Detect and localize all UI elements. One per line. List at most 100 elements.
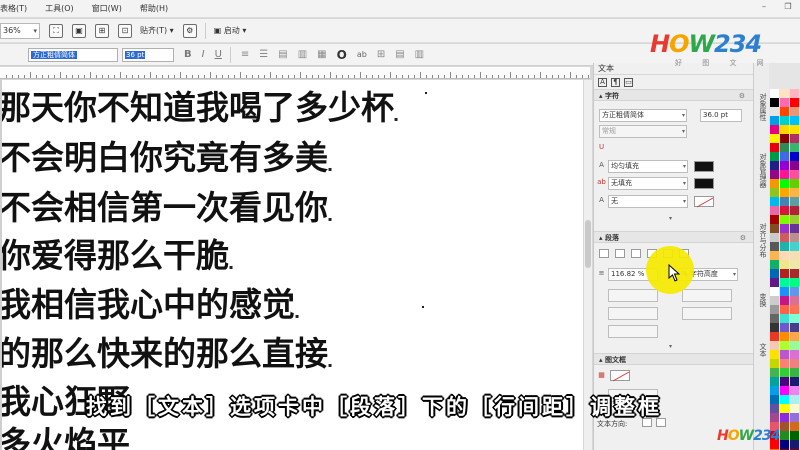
columns-icon[interactable]: ▥	[298, 49, 307, 60]
underline-style-icon[interactable]: U	[597, 143, 606, 152]
color-swatch-icon[interactable]	[790, 215, 799, 224]
color-swatch-icon[interactable]	[780, 242, 789, 251]
color-swatch-icon[interactable]	[790, 233, 799, 242]
docker-font-select[interactable]: 方正粗倩简体 ▾	[599, 109, 687, 122]
color-swatch-icon[interactable]	[770, 197, 779, 206]
outline-icon[interactable]: A	[597, 196, 606, 205]
color-swatch-icon[interactable]	[780, 269, 789, 278]
color-swatch-icon[interactable]	[790, 413, 799, 422]
indent-field[interactable]	[682, 307, 732, 320]
color-swatch-icon[interactable]	[770, 107, 779, 116]
color-swatch-icon[interactable]	[770, 350, 779, 359]
italic-button[interactable]: I	[202, 49, 205, 60]
gear-icon[interactable]: ⚙	[739, 90, 745, 102]
color-swatch-icon[interactable]	[770, 278, 779, 287]
color-swatch-icon[interactable]	[770, 377, 779, 386]
color-swatch-icon[interactable]	[770, 152, 779, 161]
color-swatch-icon[interactable]	[780, 179, 789, 188]
color-swatch-icon[interactable]	[790, 188, 799, 197]
bullet-list-icon[interactable]: ☰	[259, 49, 268, 60]
color-swatch-icon[interactable]	[770, 188, 779, 197]
color-swatch-icon[interactable]	[770, 341, 779, 350]
color-swatch-icon[interactable]	[770, 395, 779, 404]
color-swatch-icon[interactable]	[790, 170, 799, 179]
color-swatch-icon[interactable]	[780, 395, 789, 404]
color-swatch-icon[interactable]	[780, 251, 789, 260]
color-swatch-icon[interactable]	[790, 305, 799, 314]
color-swatch-icon[interactable]	[790, 368, 799, 377]
color-swatch-icon[interactable]	[780, 296, 789, 305]
side-tab-align[interactable]: 对齐与分布	[756, 223, 768, 258]
settings-icon[interactable]: ⚙	[182, 23, 197, 38]
color-swatch-icon[interactable]	[770, 98, 779, 107]
text-frame-icon[interactable]: ▦	[317, 49, 326, 60]
color-swatch-icon[interactable]	[790, 125, 799, 134]
color-swatch-icon[interactable]	[790, 143, 799, 152]
color-swatch-icon[interactable]	[790, 197, 799, 206]
color-swatch-icon[interactable]	[780, 152, 789, 161]
color-swatch-icon[interactable]	[780, 188, 789, 197]
color-swatch-icon[interactable]	[770, 305, 779, 314]
minimize-button[interactable]: –	[752, 0, 776, 12]
color-swatch-icon[interactable]	[780, 332, 789, 341]
color-swatch-icon[interactable]	[780, 350, 789, 359]
chevron-down-icon[interactable]: ▾	[669, 343, 672, 350]
color-swatch-icon[interactable]	[790, 89, 799, 98]
menu-table[interactable]: 表格(T)	[0, 3, 36, 14]
grid-icon[interactable]: ⊞	[95, 23, 109, 38]
character-section-header[interactable]: ▴ 字符 ⚙	[594, 89, 753, 101]
color-swatch-icon[interactable]	[780, 386, 789, 395]
color-swatch-icon[interactable]	[780, 98, 789, 107]
menu-window[interactable]: 窗口(W)	[83, 3, 131, 14]
color-swatch-icon[interactable]	[790, 323, 799, 332]
selection-handle[interactable]	[422, 306, 424, 308]
color-swatch-icon[interactable]	[770, 323, 779, 332]
color-swatch-icon[interactable]	[770, 170, 779, 179]
color-swatch-icon[interactable]	[770, 161, 779, 170]
indent-field[interactable]	[608, 307, 658, 320]
color-swatch-icon[interactable]	[780, 116, 789, 125]
drop-cap-icon[interactable]: ▤	[278, 49, 287, 60]
color-swatch-icon[interactable]	[770, 287, 779, 296]
color-swatch-icon[interactable]	[770, 215, 779, 224]
side-tab-transform[interactable]: 变换	[756, 293, 768, 307]
color-swatch-icon[interactable]	[780, 215, 789, 224]
color-swatch-icon[interactable]	[780, 89, 789, 98]
color-swatch-icon[interactable]	[780, 161, 789, 170]
character-tab-icon[interactable]: A	[598, 77, 607, 87]
frame-fill-swatch[interactable]	[610, 370, 630, 382]
edit-text-icon[interactable]: ▤	[395, 49, 404, 60]
color-swatch-icon[interactable]	[770, 233, 779, 242]
color-swatch-icon[interactable]	[790, 377, 799, 386]
underline-button[interactable]: U	[215, 49, 222, 60]
menu-tools[interactable]: 工具(O)	[36, 3, 83, 14]
align-none-button[interactable]	[599, 249, 609, 258]
guides-icon[interactable]: ⊡	[118, 23, 132, 38]
selection-handle[interactable]	[425, 92, 427, 94]
color-swatch-icon[interactable]	[790, 251, 799, 260]
color-swatch-icon[interactable]	[770, 332, 779, 341]
color-swatch-icon[interactable]	[770, 260, 779, 269]
color-swatch-icon[interactable]	[780, 305, 789, 314]
canvas-text-line[interactable]: 不会明白你究竟有多美▪	[2, 138, 332, 190]
paragraph-spacing-field[interactable]	[682, 289, 732, 302]
font-size-select[interactable]: 36 pt	[122, 47, 174, 62]
launch-button[interactable]: ▣ 启动 ▾	[214, 25, 247, 36]
background-fill-icon[interactable]: ab	[597, 178, 606, 187]
color-swatch-icon[interactable]	[790, 440, 799, 449]
color-swatch-icon[interactable]	[790, 116, 799, 125]
canvas-text-line[interactable]: 我相信我心中的感觉▪	[2, 285, 299, 337]
scrollbar-thumb[interactable]	[585, 220, 591, 268]
color-swatch-icon[interactable]	[790, 278, 799, 287]
frame-tab-icon[interactable]: ▭	[624, 77, 633, 87]
background-fill-select[interactable]: 无填充 ▾	[608, 177, 688, 190]
fill-type-icon[interactable]: A	[597, 161, 606, 170]
color-swatch-icon[interactable]	[780, 377, 789, 386]
paste-snap-button[interactable]: 贴齐(T) ▾	[140, 25, 174, 36]
color-swatch-icon[interactable]	[770, 134, 779, 143]
color-swatch-icon[interactable]	[790, 341, 799, 350]
color-swatch-icon[interactable]	[770, 413, 779, 422]
color-swatch-icon[interactable]	[780, 134, 789, 143]
color-swatch-icon[interactable]	[780, 143, 789, 152]
docker-size-field[interactable]: 36.0 pt	[700, 109, 742, 122]
